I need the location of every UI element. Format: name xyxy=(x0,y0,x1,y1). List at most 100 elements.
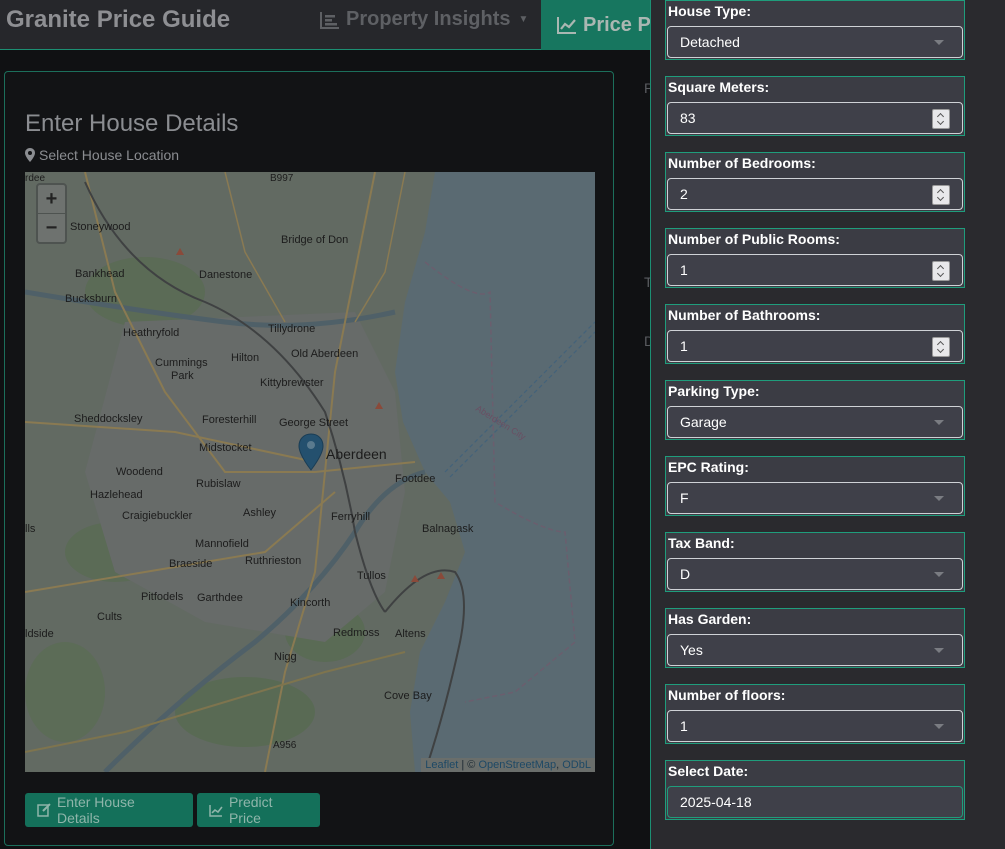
map-label: Heathryfold xyxy=(123,327,179,339)
bathrooms-input[interactable]: 1 xyxy=(667,330,963,362)
floors-label: Number of floors: xyxy=(668,687,786,703)
date-field: Select Date: 2025-04-18 xyxy=(665,760,965,820)
map-label: Garthdee xyxy=(197,592,243,604)
map-label: Bridge of Don xyxy=(281,234,348,246)
nav-property-insights[interactable]: Property Insights ▼ xyxy=(320,8,528,31)
line-chart-icon xyxy=(209,804,223,817)
chevron-down-icon: ▼ xyxy=(518,14,529,25)
parking-type-field: Parking Type: Garage xyxy=(665,380,965,440)
map-label: Tillydrone xyxy=(268,323,315,335)
osm-link[interactable]: OpenStreetMap xyxy=(478,759,556,771)
parking-type-value: Garage xyxy=(680,414,727,430)
date-label: Select Date: xyxy=(668,763,749,779)
chevron-down-icon xyxy=(934,420,944,425)
location-label: Select House Location xyxy=(25,147,179,163)
map-tiles[interactable]: Stoneywood Bridge of Don Bankhead Danest… xyxy=(25,172,595,772)
date-value: 2025-04-18 xyxy=(680,794,752,810)
public-rooms-input[interactable]: 1 xyxy=(667,254,963,286)
nav-price-prediction[interactable]: Price P xyxy=(541,0,661,50)
map-label: Tullos xyxy=(357,570,386,582)
number-stepper-icon[interactable] xyxy=(932,337,950,357)
zoom-in-button[interactable]: + xyxy=(38,185,65,214)
chevron-down-icon xyxy=(934,40,944,45)
epc-rating-field: EPC Rating: F xyxy=(665,456,965,516)
map-label: A956 xyxy=(273,740,297,751)
floors-value: 1 xyxy=(680,718,688,734)
map-label: Old Aberdeen xyxy=(291,348,358,360)
chevron-down-icon xyxy=(934,648,944,653)
tax-band-field: Tax Band: D xyxy=(665,532,965,592)
map-label: Rubislaw xyxy=(196,478,241,490)
edit-icon xyxy=(37,803,51,817)
enter-house-details-button[interactable]: Enter House Details xyxy=(25,793,193,827)
epc-rating-select[interactable]: F xyxy=(667,482,963,514)
bar-chart-icon xyxy=(320,11,339,29)
chevron-down-icon xyxy=(934,572,944,577)
garden-field: Has Garden: Yes xyxy=(665,608,965,668)
square-meters-label: Square Meters: xyxy=(668,79,770,95)
epc-rating-label: EPC Rating: xyxy=(668,459,749,475)
map-label: Bucksburn xyxy=(65,293,117,305)
map-label: Footdee xyxy=(395,473,435,485)
garden-value: Yes xyxy=(680,642,703,658)
map-label: Hazlehead xyxy=(90,489,143,501)
location-map[interactable]: Stoneywood Bridge of Don Bankhead Danest… xyxy=(25,172,595,772)
attribution-separator: | © xyxy=(458,759,479,771)
date-input[interactable]: 2025-04-18 xyxy=(667,786,963,818)
number-stepper-icon[interactable] xyxy=(932,109,950,129)
map-label: George Street xyxy=(279,417,348,429)
leaflet-link[interactable]: Leaflet xyxy=(425,759,458,771)
predict-price-label: Predict Price xyxy=(228,794,273,826)
garden-select[interactable]: Yes xyxy=(667,634,963,666)
bedrooms-label: Number of Bedrooms: xyxy=(668,155,816,171)
map-label: Kittybrewster xyxy=(260,377,324,389)
map-label: Midstocket xyxy=(199,442,252,454)
bedrooms-field: Number of Bedrooms: 2 xyxy=(665,152,965,212)
location-label-text: Select House Location xyxy=(39,147,180,163)
odbl-link[interactable]: ODbL xyxy=(562,759,591,771)
bedrooms-input[interactable]: 2 xyxy=(667,178,963,210)
house-type-value: Detached xyxy=(680,34,740,50)
map-attribution: Leaflet | © OpenStreetMap, ODbL xyxy=(421,758,595,772)
map-label: Ashley xyxy=(243,507,277,519)
tax-band-select[interactable]: D xyxy=(667,558,963,590)
map-label: Altens xyxy=(395,628,426,640)
chevron-down-icon xyxy=(934,496,944,501)
map-marker-icon xyxy=(25,148,35,162)
predict-price-button[interactable]: Predict Price xyxy=(197,793,320,827)
map-label: Mannofield xyxy=(195,538,249,550)
map-label: Craigiebuckler xyxy=(122,510,193,522)
brand-title[interactable]: Granite Price Guide xyxy=(6,6,230,34)
map-label: Park xyxy=(171,370,194,382)
bathrooms-label: Number of Bathrooms: xyxy=(668,307,821,323)
number-stepper-icon[interactable] xyxy=(932,185,950,205)
map-label: Ferryhill xyxy=(331,511,370,523)
map-label: Nigg xyxy=(274,651,297,663)
public-rooms-value: 1 xyxy=(680,262,688,278)
map-label: Kincorth xyxy=(290,597,330,609)
garden-label: Has Garden: xyxy=(668,611,752,627)
map-label: Foresterhill xyxy=(202,414,256,426)
map-label: Hilton xyxy=(231,352,259,364)
map-label: Ruthrieston xyxy=(245,555,301,567)
house-type-field: House Type: Detached xyxy=(665,0,965,60)
map-label: lls xyxy=(25,523,36,535)
square-meters-value: 83 xyxy=(680,110,696,126)
epc-rating-value: F xyxy=(680,490,689,506)
floors-select[interactable]: 1 xyxy=(667,710,963,742)
zoom-out-button[interactable]: − xyxy=(38,214,65,243)
map-label: Woodend xyxy=(116,466,163,478)
map-label: Danestone xyxy=(199,269,252,281)
tax-band-label: Tax Band: xyxy=(668,535,735,551)
line-chart-icon xyxy=(557,17,576,34)
map-label: Pitfodels xyxy=(141,591,184,603)
house-type-select[interactable]: Detached xyxy=(667,26,963,58)
map-label: ldside xyxy=(25,628,54,640)
parking-type-select[interactable]: Garage xyxy=(667,406,963,438)
map-label: Cummings xyxy=(155,357,208,369)
square-meters-input[interactable]: 83 xyxy=(667,102,963,134)
map-label: Aberdeen xyxy=(326,446,387,462)
bedrooms-value: 2 xyxy=(680,186,688,202)
number-stepper-icon[interactable] xyxy=(932,261,950,281)
map-label: Cults xyxy=(97,611,123,623)
